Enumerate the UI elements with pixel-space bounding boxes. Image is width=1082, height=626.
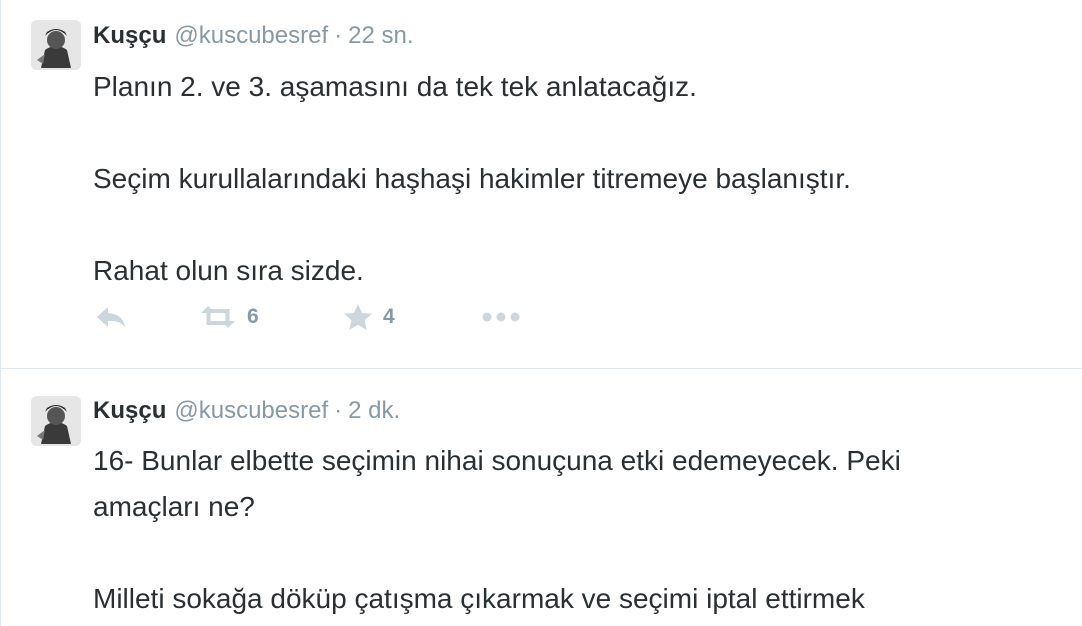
tweet-paragraph: Planın 2. ve 3. aşamasını da tek tek anl… bbox=[93, 71, 697, 102]
tweet-paragraph: Milleti sokağa döküp çatışma çıkarmak ve… bbox=[93, 583, 865, 614]
tweet-paragraph: amaçları ne? bbox=[93, 491, 255, 522]
tweet-paragraph: 16- Bunlar elbette seçimin nihai sonuçun… bbox=[93, 445, 901, 476]
display-name[interactable]: Kuşçu bbox=[93, 397, 166, 424]
tweet-paragraph: Seçim kurullalarındaki haşhaşi hakimler … bbox=[93, 163, 851, 194]
display-name[interactable]: Kuşçu bbox=[93, 22, 166, 49]
reply-button[interactable] bbox=[95, 294, 127, 340]
more-button[interactable] bbox=[481, 294, 521, 340]
more-icon bbox=[482, 312, 520, 322]
favorite-count: 4 bbox=[383, 305, 395, 328]
avatar[interactable] bbox=[31, 20, 81, 70]
retweet-count: 6 bbox=[247, 305, 259, 328]
timestamp[interactable]: 2 dk. bbox=[348, 397, 400, 424]
retweet-button[interactable]: 6 bbox=[199, 294, 259, 340]
username[interactable]: @kuscubesref bbox=[174, 22, 328, 49]
tweet-text: 16- Bunlar elbette seçimin nihai sonuçun… bbox=[93, 438, 901, 622]
timeline: Kuşçu @kuscubesref · 22 sn. Planın 2. ve 3.… bbox=[0, 0, 1082, 626]
tweet-actions: 6 4 bbox=[93, 294, 553, 340]
timestamp[interactable]: 22 sn. bbox=[348, 22, 413, 49]
reply-icon bbox=[97, 307, 125, 327]
retweet-icon bbox=[201, 306, 235, 328]
tweet-text: Planın 2. ve 3. aşamasını da tek tek anl… bbox=[93, 64, 851, 294]
favorite-icon bbox=[344, 304, 372, 330]
username[interactable]: @kuscubesref bbox=[174, 397, 328, 424]
tweet-header: Kuşçu @kuscubesref · 2 dk. bbox=[93, 397, 400, 425]
tweet-header: Kuşçu @kuscubesref · 22 sn. bbox=[93, 22, 414, 50]
favorite-button[interactable]: 4 bbox=[343, 294, 395, 340]
avatar[interactable] bbox=[31, 396, 81, 446]
tweet[interactable]: Kuşçu @kuscubesref · 2 dk. 16- Bunlar elbet… bbox=[1, 369, 1082, 626]
separator: · bbox=[334, 22, 343, 49]
tweet-paragraph: Rahat olun sıra sizde. bbox=[93, 255, 364, 286]
tweet[interactable]: Kuşçu @kuscubesref · 22 sn. Planın 2. ve 3.… bbox=[1, 0, 1082, 369]
separator: · bbox=[334, 397, 343, 424]
